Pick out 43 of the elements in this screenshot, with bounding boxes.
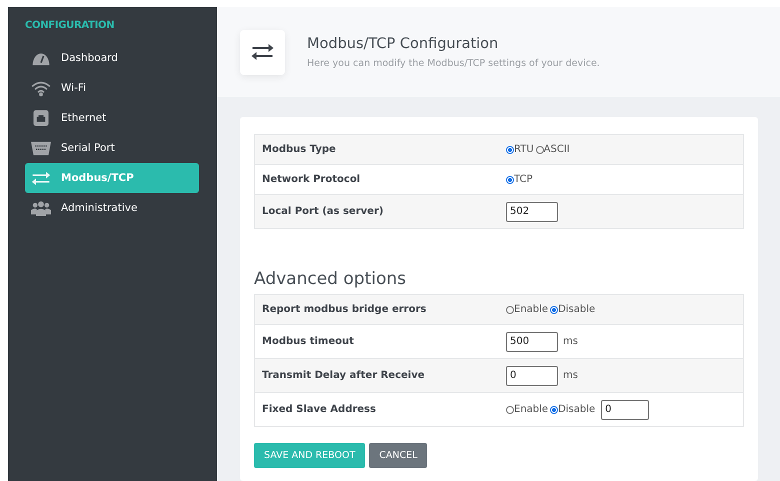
sidebar-heading: CONFIGURATION: [25, 20, 116, 31]
radio-button[interactable]: [550, 406, 558, 414]
input-field[interactable]: 502: [506, 202, 558, 222]
cancel-button[interactable]: CANCEL: [369, 443, 428, 468]
input-field[interactable]: 0: [506, 366, 558, 386]
setting-label: Modbus Type: [261, 144, 337, 155]
sidebar-item[interactable]: Wi-Fi: [25, 73, 199, 103]
radio-option[interactable]: Disable: [550, 304, 596, 315]
radio-button[interactable]: [506, 306, 514, 314]
radio-option[interactable]: Enable: [506, 404, 548, 415]
sidebar-item[interactable]: Dashboard: [25, 43, 199, 73]
radio-option[interactable]: Disable: [550, 404, 596, 415]
page-subtitle: Here you can modify the Modbus/TCP settings of your device.: [307, 58, 600, 68]
radio-button[interactable]: [536, 146, 544, 154]
setting-label: Fixed Slave Address: [261, 404, 377, 415]
sidebar-item[interactable]: Ethernet: [25, 103, 199, 133]
ethernet-port-icon: [31, 110, 51, 126]
setting-label: Modbus timeout: [261, 336, 355, 347]
setting-label: Local Port (as server): [261, 206, 384, 217]
radio-button[interactable]: [506, 406, 514, 414]
swap-arrows-icon: [250, 42, 275, 62]
radio-button[interactable]: [506, 176, 514, 184]
section-title: Advanced options: [254, 269, 407, 289]
sidebar-item[interactable]: Serial Port: [25, 133, 199, 163]
radio-option[interactable]: RTU: [506, 144, 534, 155]
setting-label: Transmit Delay after Receive: [261, 370, 426, 381]
radio-option[interactable]: ASCII: [536, 144, 570, 155]
radio-button[interactable]: [550, 306, 558, 314]
radio-option[interactable]: TCP: [506, 174, 533, 185]
users-icon: [31, 200, 51, 216]
serial-port-icon: [31, 140, 51, 156]
setting-label: Report modbus bridge errors: [261, 304, 428, 315]
page-title: Modbus/TCP Configuration: [307, 36, 500, 52]
setting-label: Network Protocol: [261, 174, 362, 185]
wifi-icon: [31, 80, 51, 96]
sidebar-item[interactable]: Administrative: [25, 193, 199, 223]
input-field[interactable]: 0: [601, 400, 650, 420]
swap-arrows-icon: [31, 170, 51, 186]
radio-option[interactable]: Enable: [506, 304, 548, 315]
unit-label: ms: [563, 336, 578, 347]
input-field[interactable]: 500: [506, 332, 558, 352]
unit-label: ms: [563, 370, 578, 381]
radio-button[interactable]: [506, 146, 514, 154]
